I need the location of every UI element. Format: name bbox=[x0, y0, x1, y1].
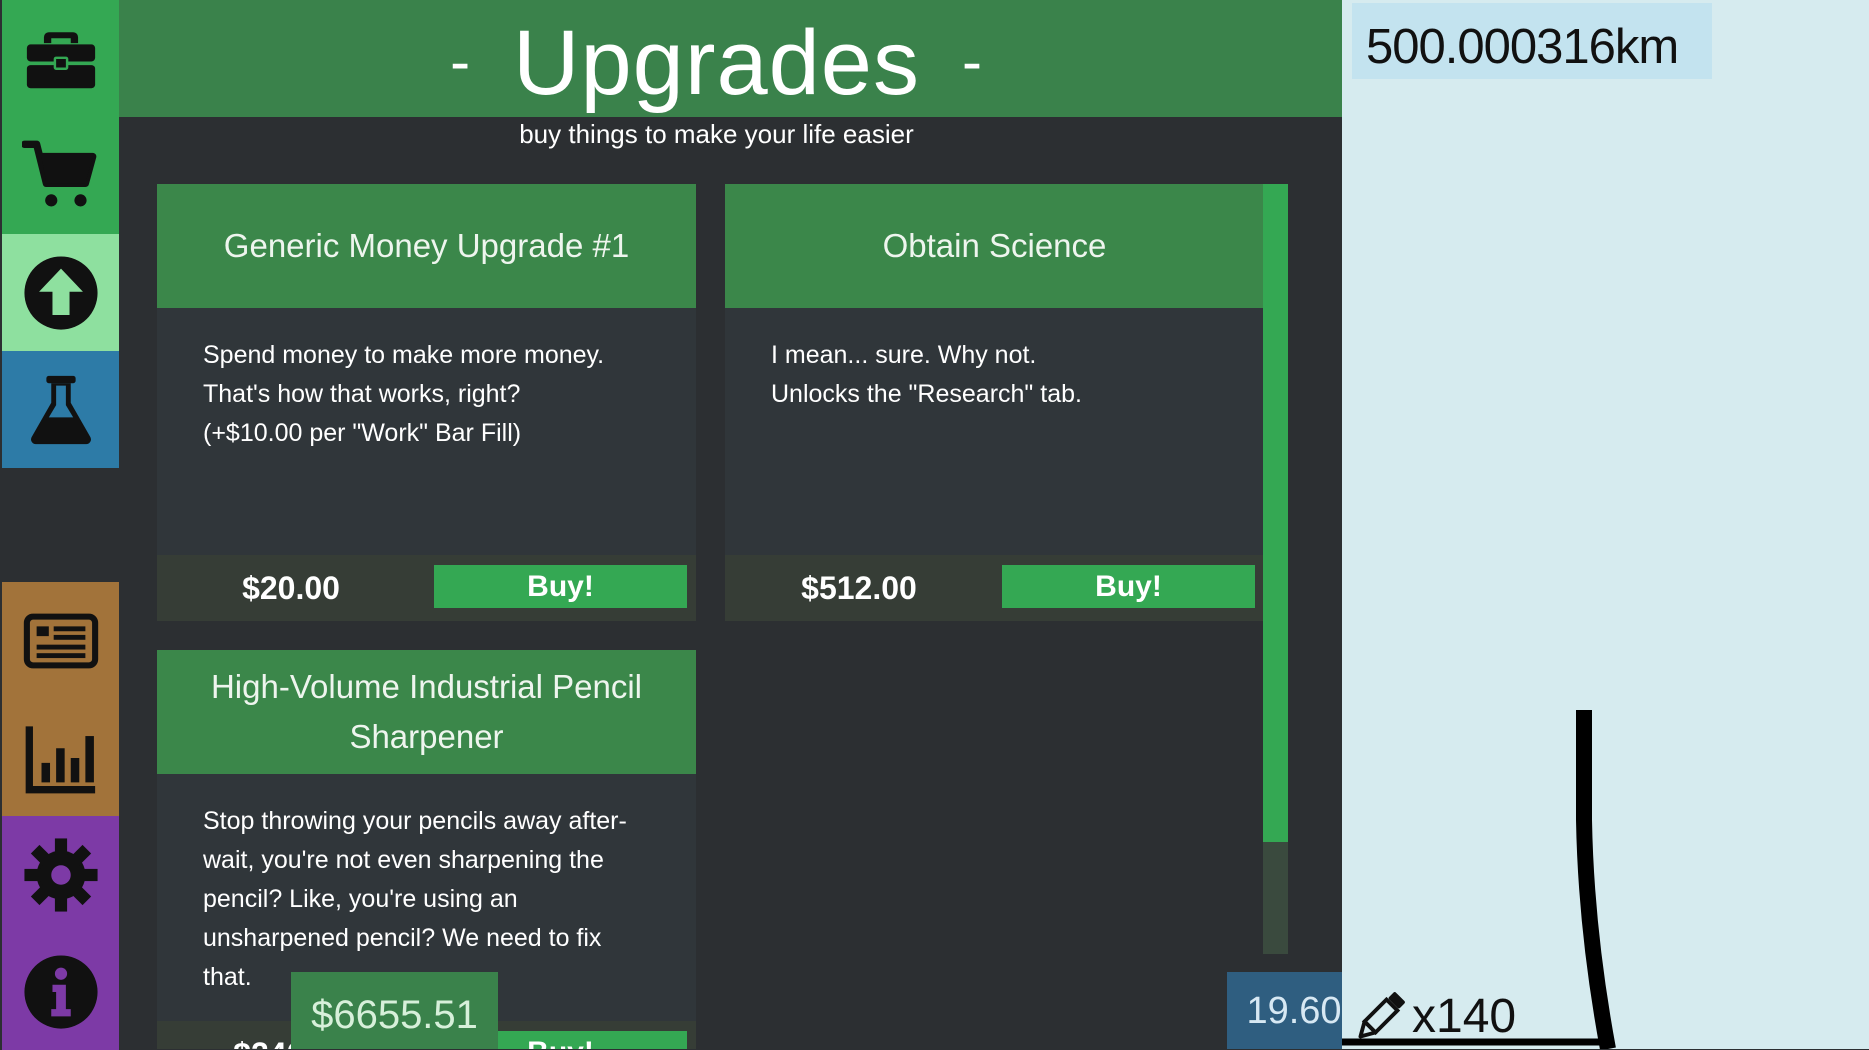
upgrade-title: High-Volume Industrial Pencil Sharpener bbox=[157, 650, 696, 774]
upgrade-price: $512.00 bbox=[801, 570, 917, 606]
page-subtitle: buy things to make your life easier bbox=[519, 119, 914, 149]
upgrade-description: Stop throwing your pencils away after- w… bbox=[157, 774, 696, 997]
upgrade-footer: $512.00 Buy! bbox=[725, 555, 1264, 621]
upgrade-price: $20.00 bbox=[242, 570, 340, 606]
tab-settings[interactable] bbox=[2, 816, 119, 933]
description-line: That's how that works, right? bbox=[203, 380, 521, 408]
upgrades-panel: - Upgrades - buy things to make your life … bbox=[119, 0, 1342, 1049]
title-text: Upgrades bbox=[513, 12, 920, 114]
newspaper-icon bbox=[23, 613, 98, 668]
upgrade-card: Obtain Science I mean... sure. Why not. … bbox=[725, 184, 1264, 621]
buy-button[interactable]: Buy! bbox=[1002, 565, 1255, 608]
title-dash-left: - bbox=[450, 28, 472, 95]
tab-research[interactable] bbox=[2, 351, 119, 468]
upgrade-description: Spend money to make more money. That's h… bbox=[157, 308, 696, 453]
upgrade-arrow-icon bbox=[23, 255, 98, 330]
upgrade-title: Generic Money Upgrade #1 bbox=[157, 184, 696, 308]
page-title: - Upgrades - bbox=[119, 8, 1314, 129]
tab-stats[interactable] bbox=[2, 699, 119, 816]
science-display: 19.60 bbox=[1227, 972, 1342, 1049]
title-dash-right: - bbox=[961, 28, 983, 95]
tab-shop[interactable] bbox=[2, 117, 119, 234]
pencil-counter: x140 bbox=[1350, 985, 1516, 1047]
drawing-canvas[interactable]: 500.000316km x140 bbox=[1342, 0, 1869, 1049]
science-value: 19.60 bbox=[1246, 989, 1342, 1032]
tab-news[interactable] bbox=[2, 582, 119, 699]
upgrade-card: Generic Money Upgrade #1 Spend money to … bbox=[157, 184, 696, 621]
tab-info[interactable] bbox=[2, 933, 119, 1050]
buy-button[interactable]: Buy! bbox=[434, 565, 687, 608]
distance-readout: 500.000316km bbox=[1352, 3, 1712, 79]
info-icon bbox=[23, 954, 98, 1029]
upgrade-description: I mean... sure. Why not. Unlocks the "Re… bbox=[725, 308, 1264, 414]
description-line: wait, you're not even sharpening the bbox=[203, 846, 604, 874]
pencil-icon bbox=[1358, 992, 1405, 1039]
cart-icon bbox=[21, 140, 96, 206]
description-line: I mean... sure. Why not. bbox=[771, 341, 1037, 369]
description-line: Stop throwing your pencils away after- bbox=[203, 807, 627, 835]
sidebar bbox=[0, 0, 119, 1050]
pencil-line-drawing bbox=[1342, 710, 1616, 1049]
money-display: $6655.51 bbox=[291, 972, 498, 1049]
scrollbar-thumb[interactable] bbox=[1263, 184, 1288, 842]
panel-header: - Upgrades - bbox=[119, 0, 1342, 117]
description-line: (+$10.00 per "Work" Bar Fill) bbox=[203, 419, 522, 447]
upgrade-title: Obtain Science bbox=[725, 184, 1264, 308]
stats-chart-icon bbox=[25, 725, 95, 793]
gear-icon bbox=[23, 837, 98, 912]
description-line: Spend money to make more money. bbox=[203, 341, 605, 369]
scrollbar[interactable] bbox=[1263, 184, 1288, 954]
description-line: Unlocks the "Research" tab. bbox=[771, 380, 1082, 408]
description-line: pencil? Like, you're using an bbox=[203, 885, 518, 913]
description-line: unsharpened pencil? We need to fix bbox=[203, 924, 602, 952]
flask-icon bbox=[30, 375, 91, 444]
tab-work[interactable] bbox=[2, 0, 119, 117]
upgrade-footer: $20.00 Buy! bbox=[157, 555, 696, 621]
pencil-count-value: x140 bbox=[1412, 989, 1517, 1043]
tab-upgrades[interactable] bbox=[2, 234, 119, 351]
briefcase-icon bbox=[26, 31, 95, 88]
